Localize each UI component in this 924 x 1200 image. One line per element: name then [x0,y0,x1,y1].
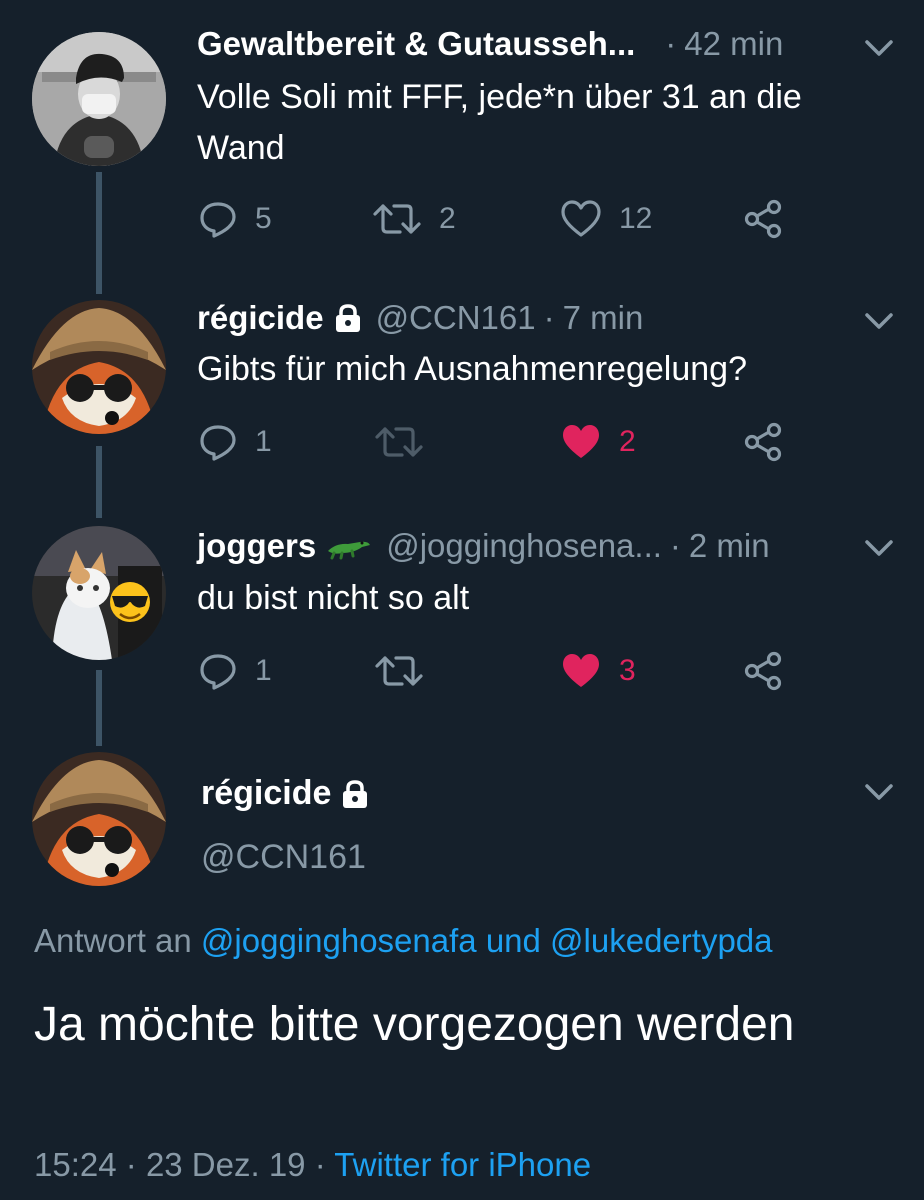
retweet-button[interactable]: 2 [373,194,456,244]
reply-icon [200,202,236,238]
tweet-text: Gibts für mich Ausnahmenregelung? [197,350,747,388]
author-name-row[interactable]: régicide [201,774,369,813]
lock-icon [343,779,368,808]
reply-to-line: Antwort an @jogginghosenafa und @lukeder… [34,922,773,960]
reply-button[interactable]: 5 [199,194,272,244]
retweet-icon [375,656,423,686]
share-button[interactable] [743,417,783,467]
display-name[interactable]: régicide [197,299,324,337]
tweet-time[interactable]: 7 min [563,299,644,337]
share-button[interactable] [743,646,783,696]
like-button[interactable]: 2 [561,417,636,467]
separator: · [543,299,555,336]
avatar-image [32,752,166,886]
avatar-image [32,32,166,166]
tweet-header: régicide @CCN161 · 7 min [197,296,804,340]
like-count: 3 [619,654,636,687]
chevron-down-icon[interactable] [862,36,896,60]
chevron-down-icon[interactable] [862,780,896,804]
display-name[interactable]: régicide [201,774,331,813]
avatar[interactable] [32,300,166,434]
tweet-date: 23 Dez. 19 [145,1146,306,1183]
display-name[interactable]: Gewaltbereit & Gutausseh... [197,25,635,63]
avatar[interactable] [32,32,166,166]
display-name[interactable]: joggers [197,527,316,565]
tweet-header: Gewaltbereit & Gutausseh... · 42 min [197,22,804,66]
avatar-image [32,300,166,434]
share-icon [744,199,782,239]
avatar[interactable] [32,752,166,886]
mention-link[interactable]: @lukedertypda [550,922,772,959]
separator: · [669,527,681,564]
share-icon [744,422,782,462]
tweet-header: joggers @jogginghosena... · 2 min [197,524,804,568]
heart-icon [561,200,601,237]
reply-prefix: Antwort an [34,922,192,959]
retweet-count: 2 [439,202,456,235]
chevron-down-icon[interactable] [862,536,896,560]
like-button[interactable]: 3 [561,646,636,696]
thread-line [96,446,102,518]
chevron-down-icon[interactable] [862,309,896,333]
separator: · [125,1146,137,1183]
like-count: 2 [619,425,636,458]
heart-icon [563,654,599,687]
lock-icon [335,304,360,332]
reply-button[interactable]: 1 [199,646,272,696]
reply-icon [200,654,236,690]
source-link[interactable]: Twitter for iPhone [334,1146,591,1183]
tweet-time: 15:24 [34,1146,117,1183]
user-handle[interactable]: @jogginghosena... [386,527,662,565]
avatar[interactable] [32,526,166,660]
tweet-time[interactable]: 2 min [689,527,770,565]
crocodile-emoji [328,541,371,560]
reply-count: 5 [255,202,272,235]
tweet-text: Ja möchte bitte vorgezogen werden [34,998,795,1051]
retweet-button[interactable] [375,646,423,696]
tweet-actions: 5 2 12 [197,194,797,244]
share-button[interactable] [743,194,783,244]
reply-button[interactable]: 1 [199,417,272,467]
retweet-icon [375,427,423,457]
user-handle[interactable]: @CCN161 [201,838,366,877]
separator: · [665,25,677,62]
reply-count: 1 [255,425,272,458]
tweet-actions: 1 3 [197,646,797,696]
like-button[interactable]: 12 [561,194,652,244]
thread-line [96,172,102,294]
reply-count: 1 [255,654,272,687]
tweet-time[interactable]: 42 min [684,25,783,63]
reply-and[interactable]: und [486,922,541,959]
tweet-meta: 15:24 · 23 Dez. 19 · Twitter for iPhone [34,1146,591,1184]
avatar-image [32,526,166,660]
share-icon [744,651,782,691]
thread-line [96,670,102,746]
mention-link[interactable]: @jogginghosenafa [201,922,477,959]
retweet-icon [373,204,421,234]
user-handle[interactable]: @CCN161 [376,299,536,337]
like-count: 12 [619,202,653,235]
tweet-actions: 1 2 [197,417,797,467]
heart-icon [563,425,599,458]
tweet-text: du bist nicht so alt [197,579,470,617]
retweet-button [375,417,423,467]
reply-icon [200,425,236,461]
tweet-text: Volle Soli mit FFF, jede*n über 31 an di… [197,78,802,167]
separator: · [314,1146,326,1183]
